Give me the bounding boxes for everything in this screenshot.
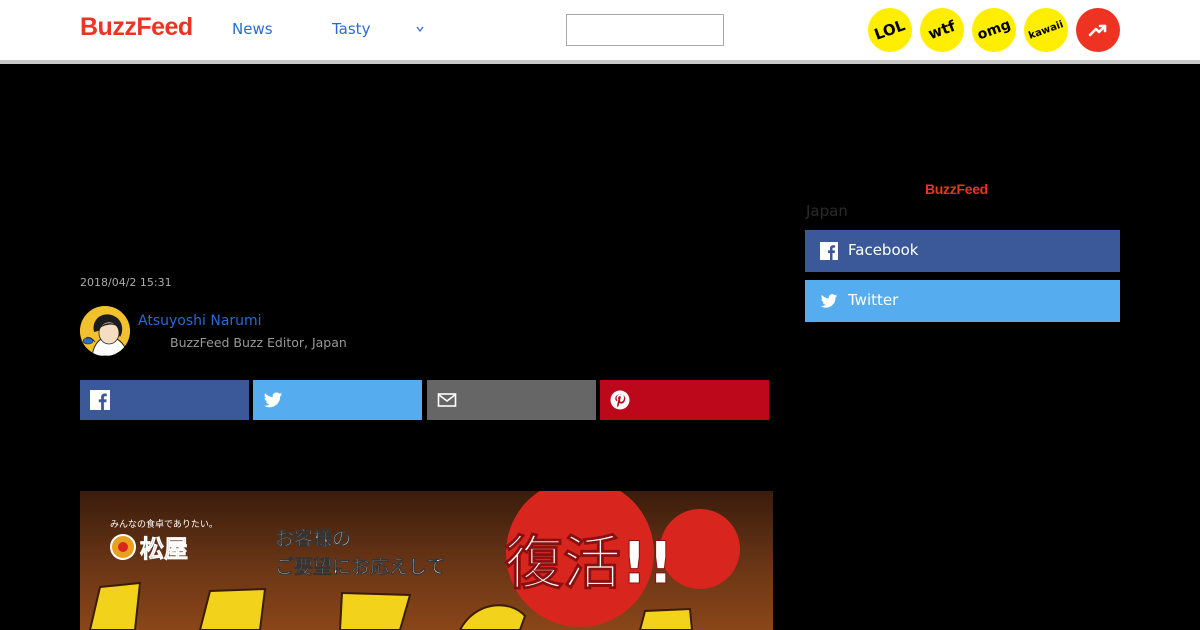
trending-arrow-icon — [1088, 24, 1107, 37]
article-hero-image: みんなの食卓でありたい。 松屋 お客様の ご要望にお応えして 復活!! — [80, 491, 773, 630]
author-name-link[interactable]: Atsuyoshi Narumi — [138, 313, 262, 329]
share-facebook-button[interactable] — [80, 380, 249, 420]
badge-label: kawaii — [1027, 18, 1065, 42]
badge-label: omg — [975, 16, 1013, 44]
header-divider — [0, 60, 1200, 64]
chevron-down-icon[interactable] — [414, 23, 426, 35]
buzzfeed-logo[interactable]: BuzzFeed — [80, 13, 193, 42]
badge-lol-button[interactable]: LOL — [868, 8, 912, 52]
follow-facebook-button[interactable]: Facebook — [805, 230, 1120, 272]
follow-facebook-label: Facebook — [848, 241, 919, 259]
article-timestamp: 2018/04/2 15:31 — [80, 276, 172, 289]
site-header: BuzzFeed News Tasty LOL wtf omg kawaii — [0, 0, 1200, 60]
search-input[interactable] — [566, 14, 724, 46]
hero-headline-2: ご要望にお応えして — [275, 555, 445, 578]
sidebar-region-label: Japan — [806, 202, 848, 220]
twitter-icon — [820, 294, 838, 308]
badge-omg-button[interactable]: omg — [972, 8, 1016, 52]
share-email-button[interactable] — [427, 380, 596, 420]
hero-illustration: みんなの食卓でありたい。 松屋 お客様の ご要望にお応えして 復活!! — [80, 491, 773, 630]
twitter-icon — [263, 392, 283, 408]
mail-icon — [437, 393, 457, 407]
nav-news-link[interactable]: News — [232, 20, 273, 38]
follow-twitter-button[interactable]: Twitter — [805, 280, 1120, 322]
badge-wtf-button[interactable]: wtf — [920, 8, 964, 52]
author-title: BuzzFeed Buzz Editor, Japan — [170, 335, 347, 350]
trending-button[interactable] — [1076, 8, 1120, 52]
share-twitter-button[interactable] — [253, 380, 422, 420]
author-avatar-illustration — [80, 306, 130, 356]
facebook-icon — [820, 242, 838, 260]
hero-tagline: みんなの食卓でありたい。 — [110, 518, 218, 530]
hero-headline-1: お客様の — [275, 527, 351, 550]
badge-label: wtf — [925, 16, 959, 44]
facebook-icon — [90, 390, 110, 410]
hero-brand: 松屋 — [140, 535, 188, 563]
badge-label: LOL — [872, 16, 908, 44]
badge-kawaii-button[interactable]: kawaii — [1024, 8, 1068, 52]
nav-tasty-link[interactable]: Tasty — [332, 20, 370, 38]
author-avatar[interactable] — [80, 306, 130, 356]
pinterest-icon — [610, 390, 630, 410]
sidebar-buzzfeed-logo[interactable]: BuzzFeed — [925, 181, 988, 197]
follow-twitter-label: Twitter — [848, 291, 899, 309]
hero-stamp: 復活!! — [504, 529, 674, 597]
share-pinterest-button[interactable] — [600, 380, 769, 420]
